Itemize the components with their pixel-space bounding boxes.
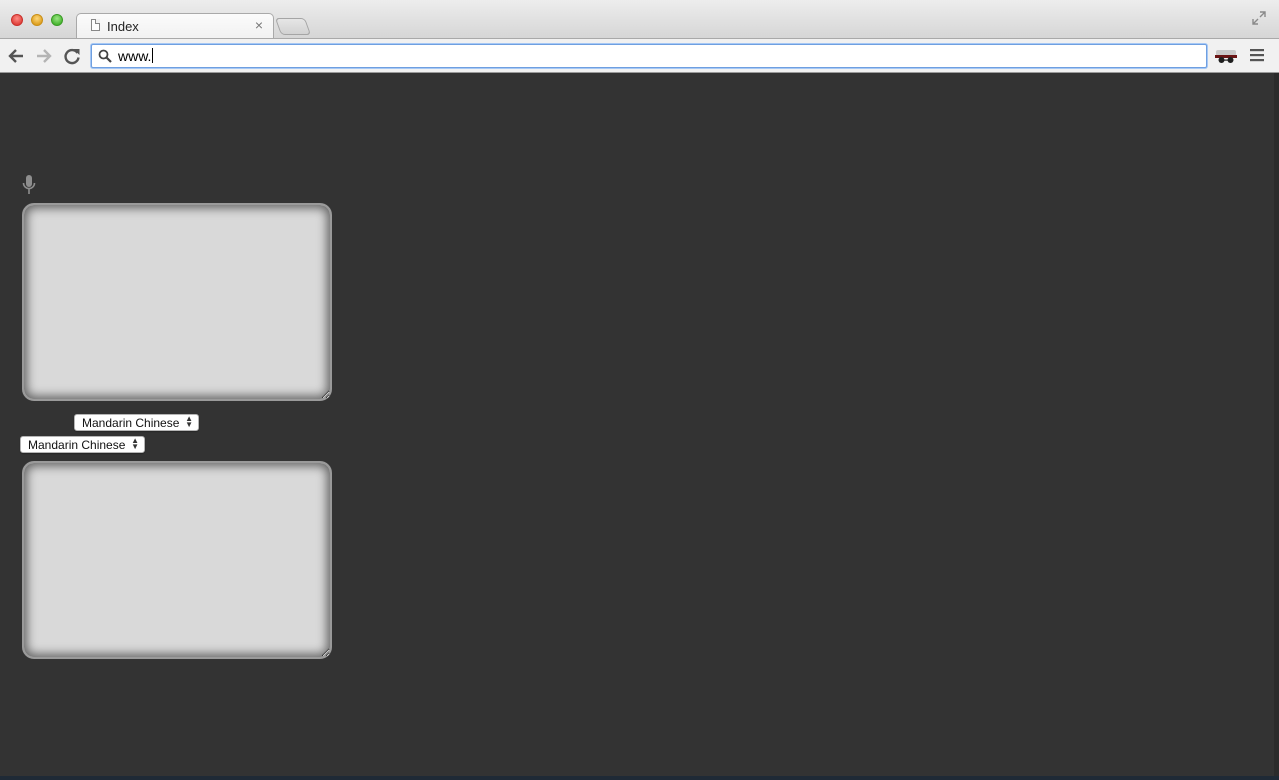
fullscreen-icon[interactable] <box>1251 10 1267 26</box>
window-maximize-button[interactable] <box>51 14 63 26</box>
new-tab-button[interactable] <box>274 18 312 35</box>
select-arrows-icon: ▲ ▼ <box>131 436 139 451</box>
source-language-value: Mandarin Chinese <box>82 416 180 430</box>
document-icon <box>91 19 100 31</box>
browser-tab[interactable]: Index × <box>76 13 274 39</box>
translated-text-output[interactable] <box>22 461 332 659</box>
forward-arrow-icon[interactable] <box>33 45 55 67</box>
microphone-icon[interactable] <box>21 174 37 196</box>
menu-icon[interactable] <box>1250 48 1264 62</box>
incognito-icon[interactable] <box>1214 47 1238 65</box>
window-titlebar: Index × <box>0 0 1279 39</box>
source-text-input[interactable] <box>22 203 332 401</box>
search-icon <box>98 49 112 63</box>
tab-close-icon[interactable]: × <box>255 17 263 33</box>
target-language-value: Mandarin Chinese <box>28 438 126 452</box>
address-bar-text[interactable]: www. <box>118 48 154 64</box>
source-language-select[interactable]: Mandarin Chinese ▲ ▼ <box>74 414 199 431</box>
scrollbar-gutter <box>1274 73 1279 776</box>
target-language-select[interactable]: Mandarin Chinese ▲ ▼ <box>20 436 145 453</box>
browser-toolbar: www. <box>0 38 1279 73</box>
window-minimize-button[interactable] <box>31 14 43 26</box>
back-arrow-icon[interactable] <box>5 45 27 67</box>
window-bottom-edge <box>0 776 1279 780</box>
reload-icon[interactable] <box>61 45 83 67</box>
select-arrows-icon: ▲ ▼ <box>185 414 193 429</box>
window-close-button[interactable] <box>11 14 23 26</box>
address-bar[interactable]: www. <box>91 44 1207 68</box>
tab-title: Index <box>107 19 139 34</box>
